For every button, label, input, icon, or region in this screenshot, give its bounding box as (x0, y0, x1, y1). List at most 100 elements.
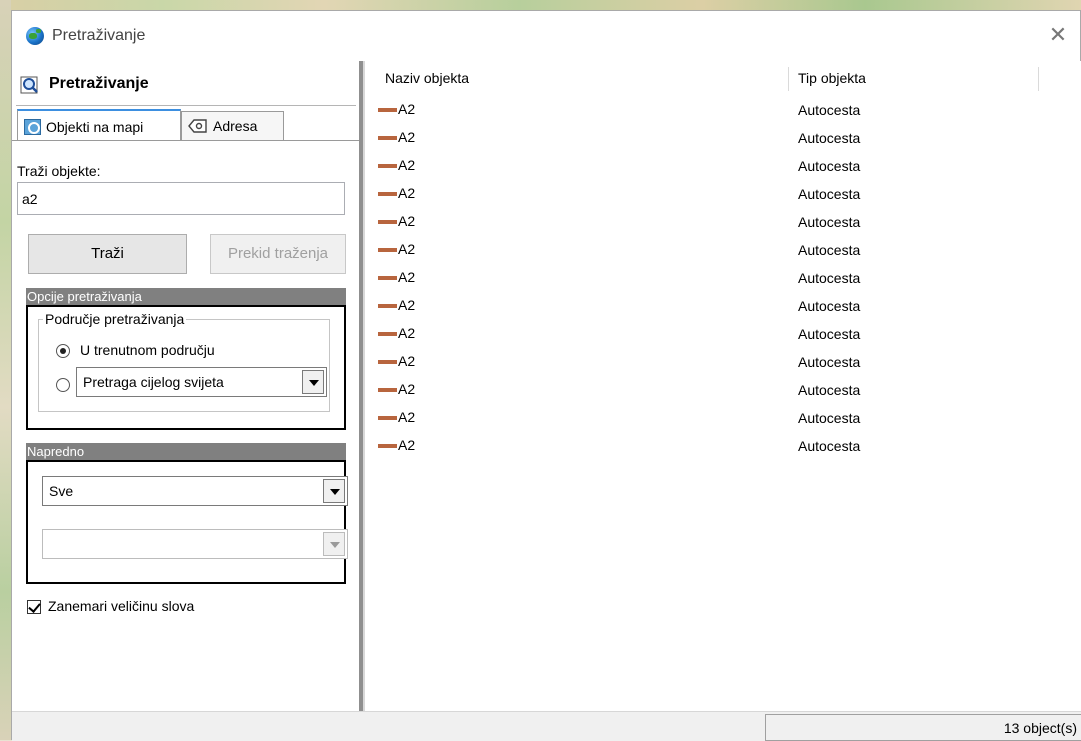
search-button[interactable]: Traži (28, 234, 187, 274)
road-line-icon (378, 248, 397, 252)
object-type: Autocesta (798, 130, 861, 146)
world-search-select[interactable]: Pretraga cijelog svijeta (76, 367, 327, 397)
list-item[interactable]: A2 Autocesta (365, 183, 1065, 211)
column-divider[interactable] (1038, 67, 1039, 91)
object-name: A2 (398, 409, 416, 425)
list-item[interactable]: A2 Autocesta (365, 155, 1065, 183)
road-line-icon (378, 388, 397, 392)
address-tag-icon (188, 119, 207, 133)
object-type: Autocesta (798, 158, 861, 174)
object-type: Autocesta (798, 298, 861, 314)
list-item[interactable]: A2 Autocesta (365, 379, 1065, 407)
magnifier-icon (20, 76, 38, 94)
object-name: A2 (398, 325, 416, 341)
globe-icon (26, 27, 44, 45)
object-type: Autocesta (798, 326, 861, 342)
list-item[interactable]: A2 Autocesta (365, 127, 1065, 155)
panel-header: Pretraživanje (16, 73, 346, 97)
object-count: 13 object(s) (1003, 720, 1077, 736)
radio-whole-world[interactable] (56, 378, 70, 392)
road-line-icon (378, 276, 397, 280)
list-item[interactable]: A2 Autocesta (365, 267, 1065, 295)
map-search-icon (24, 119, 41, 135)
window-title: Pretraživanje (52, 27, 146, 44)
map-background-top (0, 0, 1081, 10)
list-item[interactable]: A2 Autocesta (365, 351, 1065, 379)
panel-title: Pretraživanje (49, 75, 149, 92)
object-name: A2 (398, 213, 416, 229)
search-label: Traži objekte: (17, 163, 101, 179)
road-line-icon (378, 108, 397, 112)
subcategory-select[interactable] (42, 529, 348, 559)
object-name: A2 (398, 353, 416, 369)
list-item[interactable]: A2 Autocesta (365, 211, 1065, 239)
category-select[interactable]: Sve (42, 476, 348, 506)
header-divider (16, 105, 356, 106)
column-header-name[interactable]: Naziv objekta (385, 70, 469, 86)
road-line-icon (378, 332, 397, 336)
object-name: A2 (398, 157, 416, 173)
advanced-box: Sve (26, 460, 348, 584)
list-item[interactable]: A2 Autocesta (365, 407, 1065, 435)
object-name: A2 (398, 297, 416, 313)
road-line-icon (378, 360, 397, 364)
chevron-down-icon[interactable] (302, 370, 324, 394)
world-search-value: Pretraga cijelog svijeta (83, 374, 224, 390)
search-panel: Pretraživanje Objekti na mapi Adresa Tra… (12, 61, 359, 711)
list-item[interactable]: A2 Autocesta (365, 295, 1065, 323)
search-area-group: Područje pretraživanja U trenutnom podru… (38, 311, 330, 412)
search-options-header[interactable]: Opcije pretraživanja (26, 288, 346, 305)
list-item[interactable]: A2 Autocesta (365, 435, 1065, 463)
tab-objects-label: Objekti na mapi (46, 119, 144, 135)
chevron-down-icon[interactable] (323, 479, 345, 503)
road-line-icon (378, 304, 397, 308)
radio-current-area[interactable] (56, 344, 70, 358)
object-name: A2 (398, 437, 416, 453)
road-line-icon (378, 444, 397, 448)
object-name: A2 (398, 269, 416, 285)
column-divider[interactable] (788, 67, 789, 91)
ignore-case-checkbox[interactable] (27, 600, 41, 614)
close-button[interactable]: ✕ (1044, 23, 1072, 49)
search-dialog: Pretraživanje ✕ Pretraživanje Objekti na… (11, 10, 1081, 741)
tab-address-label: Adresa (213, 118, 258, 134)
object-type: Autocesta (798, 354, 861, 370)
map-background-left (0, 0, 11, 740)
object-type: Autocesta (798, 102, 861, 118)
object-type: Autocesta (798, 186, 861, 202)
ignore-case-label[interactable]: Zanemari veličinu slova (48, 598, 194, 614)
road-line-icon (378, 164, 397, 168)
list-item[interactable]: A2 Autocesta (365, 323, 1065, 351)
object-type: Autocesta (798, 410, 861, 426)
search-area-legend: Područje pretraživanja (43, 311, 187, 327)
radio-current-area-label[interactable]: U trenutnom području (80, 342, 215, 358)
chevron-down-icon[interactable] (323, 532, 345, 556)
object-name: A2 (398, 185, 416, 201)
object-name: A2 (398, 241, 416, 257)
object-type: Autocesta (798, 382, 861, 398)
list-item[interactable]: A2 Autocesta (365, 239, 1065, 267)
tab-address[interactable]: Adresa (181, 111, 284, 140)
column-header-type[interactable]: Tip objekta (798, 70, 866, 86)
road-line-icon (378, 136, 397, 140)
stop-search-button[interactable]: Prekid traženja (210, 234, 346, 274)
tab-strip-border (12, 140, 359, 141)
title-bar[interactable]: Pretraživanje ✕ (12, 11, 1080, 61)
object-type: Autocesta (798, 214, 861, 230)
category-value: Sve (49, 483, 74, 499)
status-pane: 13 object(s) (765, 714, 1081, 741)
object-name: A2 (398, 129, 416, 145)
object-name: A2 (398, 381, 416, 397)
object-type: Autocesta (798, 438, 861, 454)
search-input[interactable] (17, 182, 345, 215)
road-line-icon (378, 416, 397, 420)
object-type: Autocesta (798, 242, 861, 258)
list-item[interactable]: A2 Autocesta (365, 99, 1065, 127)
road-line-icon (378, 220, 397, 224)
search-options-box: Područje pretraživanja U trenutnom podru… (26, 305, 346, 430)
status-bar: 13 object(s) (12, 711, 1081, 741)
tab-objects-on-map[interactable]: Objekti na mapi (17, 109, 181, 140)
advanced-header[interactable]: Napredno (26, 443, 346, 460)
object-type: Autocesta (798, 270, 861, 286)
road-line-icon (378, 192, 397, 196)
